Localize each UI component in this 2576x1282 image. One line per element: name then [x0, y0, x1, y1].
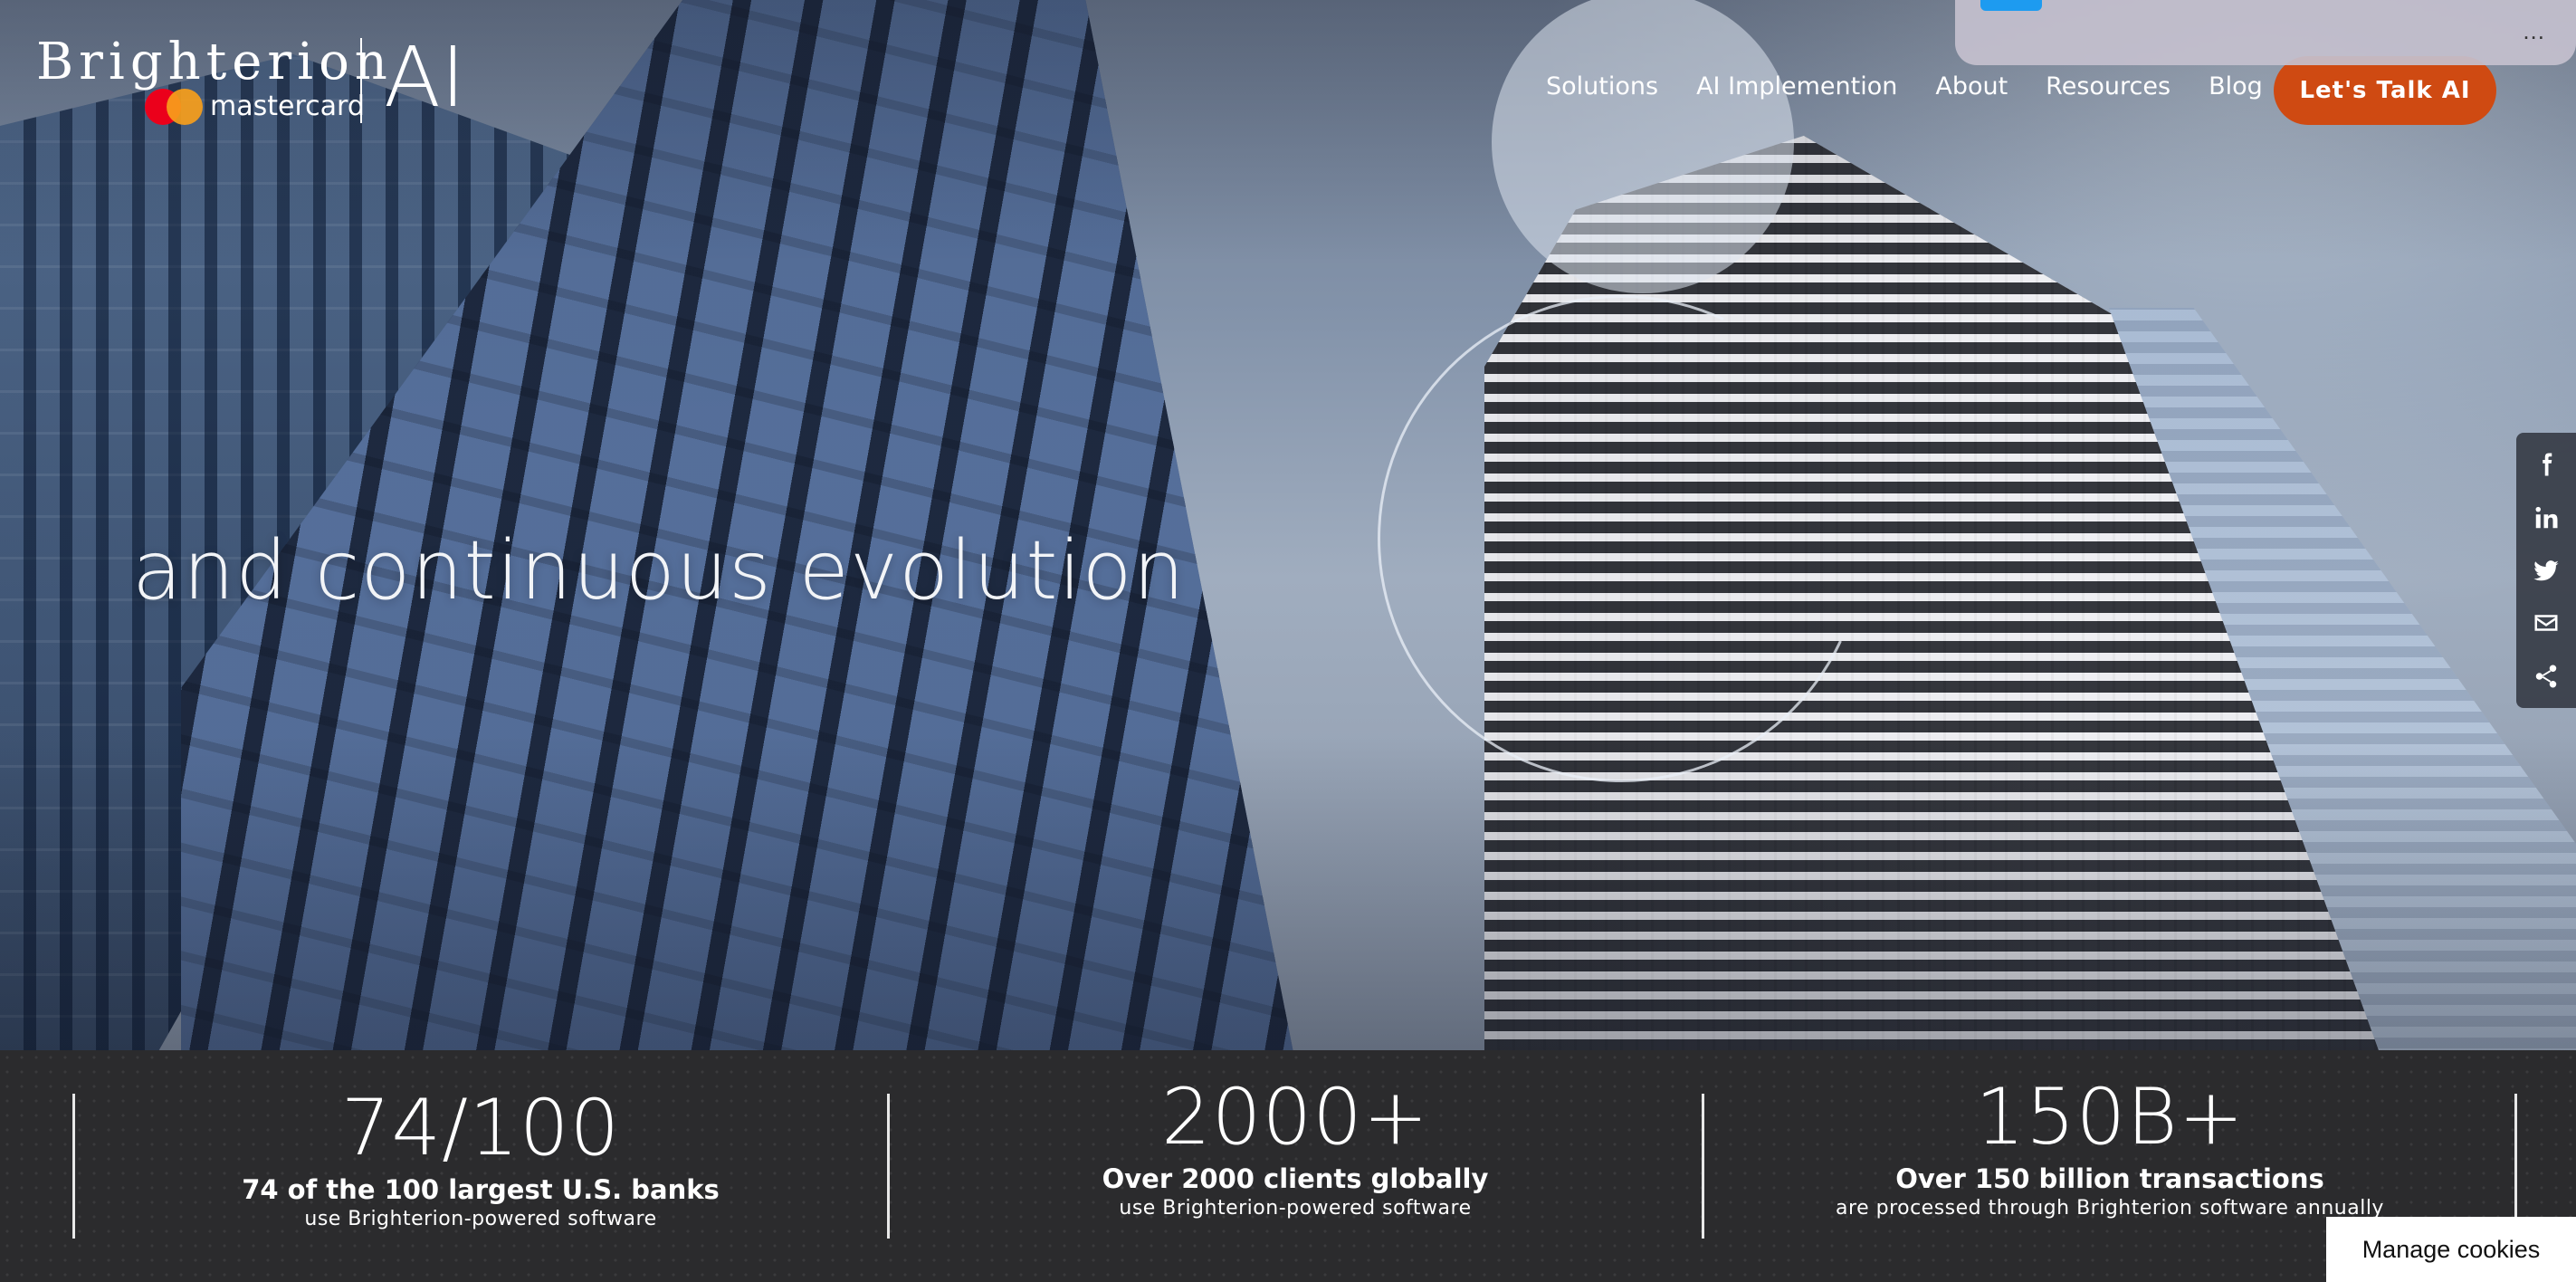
decorative-orb	[1492, 0, 1794, 293]
lets-talk-ai-button[interactable]: Let's Talk AI	[2274, 56, 2496, 125]
hero-headline: and continuous evolution	[132, 523, 1186, 618]
email-icon[interactable]	[2528, 605, 2564, 641]
stat-number: 74/100	[340, 1083, 621, 1173]
stat-banks: 74/100 74 of the 100 largest U.S. banks …	[73, 1085, 888, 1233]
main-nav: Solutions AI Implemention About Resource…	[1546, 72, 2301, 100]
stat-number: 150B+	[1975, 1072, 2245, 1162]
nav-solutions[interactable]: Solutions	[1546, 72, 1658, 100]
nav-resources[interactable]: Resources	[2046, 72, 2171, 100]
stat-subtitle: use Brighterion-powered software	[304, 1208, 657, 1230]
stat-number: 2000+	[1161, 1072, 1429, 1162]
nav-about[interactable]: About	[1935, 72, 2008, 100]
stat-title: Over 150 billion transactions	[1895, 1163, 2324, 1194]
social-share-rail	[2516, 433, 2576, 708]
popup-badge	[1980, 0, 2042, 11]
logo-brand: Brighterion	[36, 33, 393, 91]
linkedin-icon[interactable]	[2528, 500, 2564, 536]
mastercard-logo-icon	[145, 89, 205, 127]
notification-popup: ...	[1955, 0, 2576, 65]
logo-divider	[360, 38, 362, 123]
share-icon[interactable]	[2528, 658, 2564, 694]
manage-cookies-button[interactable]: Manage cookies	[2326, 1217, 2576, 1282]
logo-partner: mastercard	[210, 91, 365, 122]
logo-suffix: AI	[384, 29, 466, 126]
more-options-icon[interactable]: ...	[2523, 19, 2545, 43]
stat-title: 74 of the 100 largest U.S. banks	[242, 1174, 720, 1205]
stat-clients: 2000+ Over 2000 clients globally use Bri…	[888, 1074, 1703, 1222]
facebook-icon[interactable]	[2528, 446, 2564, 483]
stat-transactions: 150B+ Over 150 billion transactions are …	[1703, 1074, 2517, 1222]
stat-subtitle: use Brighterion-powered software	[1119, 1197, 1472, 1220]
hero-section: and continuous evolution	[0, 0, 2576, 1050]
nav-ai-implementation[interactable]: AI Implemention	[1696, 72, 1897, 100]
twitter-icon[interactable]	[2528, 552, 2564, 588]
stats-bar: 74/100 74 of the 100 largest U.S. banks …	[0, 1050, 2576, 1282]
nav-blog[interactable]: Blog	[2209, 72, 2263, 100]
stat-title: Over 2000 clients globally	[1102, 1163, 1489, 1194]
